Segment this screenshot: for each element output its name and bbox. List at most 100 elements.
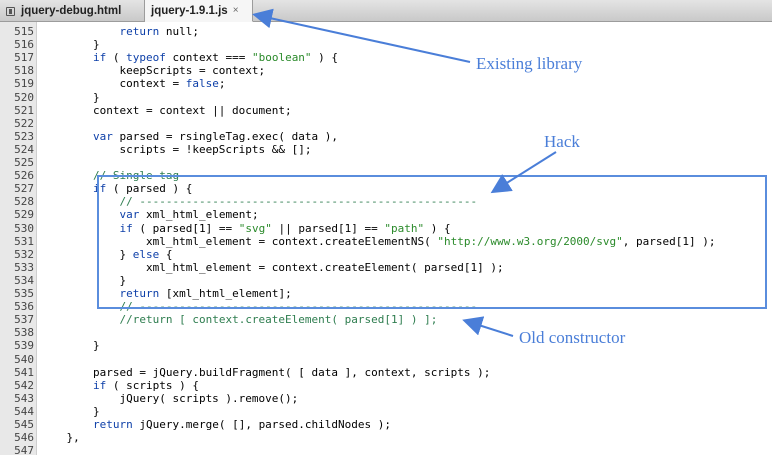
code-line: 516 } — [0, 38, 772, 51]
code-text: if ( parsed[1] == "svg" || parsed[1] == … — [119, 221, 451, 235]
code-text: return [xml_html_element]; — [119, 287, 292, 300]
close-icon[interactable]: × — [233, 5, 239, 16]
line-number: 527 — [14, 182, 34, 196]
code-line: 526 // Single tag — [0, 169, 772, 182]
code-line: 535 return [xml_html_element]; — [0, 287, 772, 300]
code-text: return jQuery.merge( [], parsed.childNod… — [92, 418, 392, 431]
tab-jquery-debug-html[interactable]: jquery-debug.html — [0, 0, 145, 22]
code-text: // Single tag — [92, 169, 180, 183]
line-number: 544 — [14, 404, 34, 418]
line-number: 545 — [14, 418, 34, 431]
line-number: 529 — [14, 208, 34, 222]
line-number: 537 — [14, 313, 34, 327]
code-line: 539 } — [0, 339, 772, 352]
line-number: 530 — [14, 221, 34, 235]
line-number: 547 — [14, 444, 34, 457]
code-text: } — [40, 339, 100, 353]
code-line: 532 } else { — [0, 248, 772, 261]
line-number: 533 — [14, 260, 34, 274]
code-line: 519 context = false; — [0, 77, 772, 90]
tab-jquery-1-9-1-js[interactable]: jquery-1.9.1.js × — [145, 0, 253, 22]
code-line: 520 } — [0, 91, 772, 104]
code-text: } — [40, 90, 100, 104]
code-text: xml_html_element = context.createElement… — [40, 260, 504, 274]
code-line: 540 — [0, 353, 772, 366]
code-line: 523 var parsed = rsingleTag.exec( data )… — [0, 130, 772, 143]
code-line: 545 return jQuery.merge( [], parsed.chil… — [0, 418, 772, 431]
code-text: } else { — [40, 247, 173, 261]
line-number: 520 — [14, 90, 34, 104]
code-text: } — [40, 404, 100, 418]
code-text: // -------------------------------------… — [119, 195, 478, 209]
code-text: keepScripts = context; — [40, 64, 266, 78]
code-text: parsed = jQuery.buildFragment( [ data ],… — [40, 365, 491, 379]
code-line: 525 — [0, 156, 772, 169]
code-line: 518 keepScripts = context; — [0, 64, 772, 77]
line-number: 516 — [14, 38, 34, 52]
line-number: 528 — [14, 195, 34, 209]
line-number: 546 — [14, 431, 34, 445]
code-text: }, — [40, 431, 80, 445]
code-line: 528 // ---------------------------------… — [0, 195, 772, 208]
code-text: var parsed = rsingleTag.exec( data ), — [92, 129, 339, 143]
code-line: 530 if ( parsed[1] == "svg" || parsed[1]… — [0, 222, 772, 235]
code-line: 524 scripts = !keepScripts && []; — [0, 143, 772, 156]
line-number: 532 — [14, 247, 34, 261]
line-number: 519 — [14, 77, 34, 91]
line-number: 542 — [14, 378, 34, 392]
code-line: 544 } — [0, 405, 772, 418]
code-line: 515 return null; — [0, 25, 772, 38]
code-editor[interactable]: 515 return null; 516 } 517 if ( typeof con… — [0, 22, 772, 457]
code-text: if ( scripts ) { — [92, 378, 199, 392]
line-number: 539 — [14, 339, 34, 353]
code-line: 536 // ---------------------------------… — [0, 300, 772, 313]
annotation-old-constructor: Old constructor — [519, 328, 626, 347]
code-line: 517 if ( typeof context === "boolean" ) … — [0, 51, 772, 64]
line-number: 526 — [14, 169, 34, 183]
line-number: 543 — [14, 391, 34, 405]
annotation-existing-library: Existing library — [476, 54, 583, 73]
code-line: 542 if ( scripts ) { — [0, 379, 772, 392]
line-number: 538 — [14, 326, 34, 340]
line-number: 540 — [14, 352, 34, 366]
code-line: 543 jQuery( scripts ).remove(); — [0, 392, 772, 405]
file-icon — [6, 6, 15, 16]
code-line: 531 xml_html_element = context.createEle… — [0, 235, 772, 248]
line-number: 515 — [14, 25, 34, 38]
code-line: 534 } — [0, 274, 772, 287]
line-number: 521 — [14, 103, 34, 117]
code-text: jQuery( scripts ).remove(); — [40, 391, 299, 405]
code-text: // -------------------------------------… — [119, 300, 478, 314]
code-line: 547 — [0, 444, 772, 457]
code-text: scripts = !keepScripts && []; — [40, 142, 312, 156]
line-number: 523 — [14, 129, 34, 143]
tab-label: jquery-debug.html — [21, 5, 122, 17]
code-text: return null; — [119, 25, 199, 38]
line-number: 525 — [14, 156, 34, 169]
line-number: 518 — [14, 64, 34, 78]
code-line: 541 parsed = jQuery.buildFragment( [ dat… — [0, 366, 772, 379]
line-number: 541 — [14, 365, 34, 379]
code-text: } — [40, 38, 100, 52]
code-line: 527 if ( parsed ) { — [0, 182, 772, 195]
line-number: 517 — [14, 51, 34, 65]
code-line: 522 — [0, 117, 772, 130]
code-line: 529 var xml_html_element; — [0, 208, 772, 221]
line-number: 524 — [14, 142, 34, 156]
code-text: var xml_html_element; — [119, 208, 259, 222]
code-text: } — [40, 273, 127, 287]
line-number: 522 — [14, 116, 34, 130]
annotation-hack: Hack — [544, 132, 580, 151]
code-line: 546 }, — [0, 431, 772, 444]
code-text: //return [ context.createElement( parsed… — [119, 313, 438, 327]
code-text: context = false; — [40, 77, 226, 91]
line-number: 531 — [14, 234, 34, 248]
line-number: 536 — [14, 300, 34, 314]
code-line: 538 — [0, 326, 772, 339]
code-text: if ( typeof context === "boolean" ) { — [92, 51, 339, 65]
code-line: 521 context = context || document; — [0, 104, 772, 117]
line-number: 535 — [14, 287, 34, 300]
code-text: context = context || document; — [40, 103, 292, 117]
tab-label: jquery-1.9.1.js — [151, 4, 228, 17]
tab-bar: jquery-debug.html jquery-1.9.1.js × — [0, 0, 772, 22]
